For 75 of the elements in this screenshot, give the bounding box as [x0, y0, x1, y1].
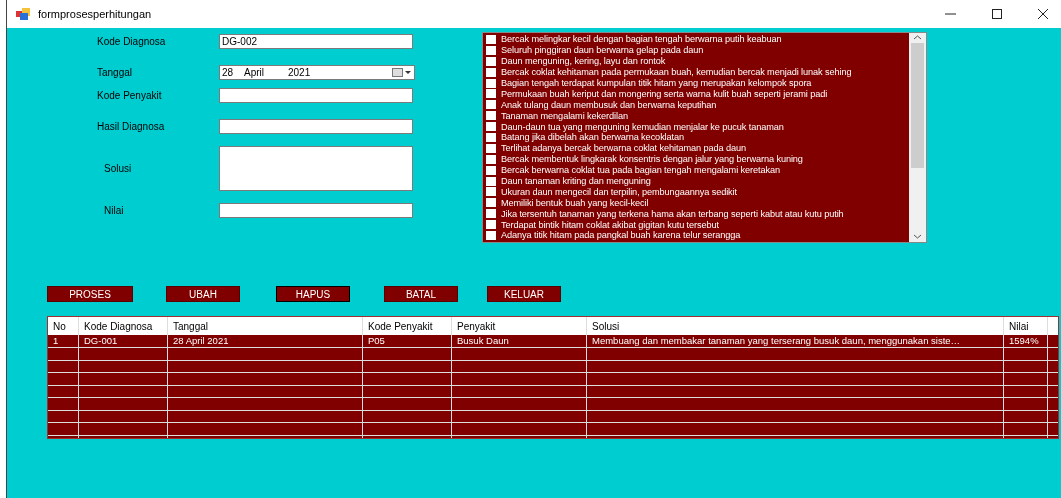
checkbox[interactable] [486, 187, 496, 197]
checkbox[interactable] [486, 143, 496, 153]
checkbox[interactable] [486, 100, 496, 110]
table-cell: 1 [48, 335, 79, 347]
table-cell: P05 [363, 335, 452, 347]
field-label: Nilai [103, 205, 125, 216]
checkbox[interactable] [486, 154, 496, 164]
field-label: Hasil Diagnosa [96, 121, 166, 132]
column-header[interactable]: Tanggal [168, 317, 363, 335]
action-button[interactable]: UBAH [166, 286, 240, 302]
field-label: Kode Diagnosa [96, 36, 167, 47]
checkbox[interactable] [486, 45, 496, 55]
checkbox[interactable] [486, 132, 496, 142]
column-header[interactable]: Kode Diagnosa [79, 317, 168, 335]
symptom-label: Memiliki bentuk buah yang kecil-kecil [501, 197, 649, 208]
checkbox[interactable] [486, 89, 496, 99]
symptom-label: Tanaman mengalami kekerdilan [501, 110, 628, 121]
close-button[interactable] [1037, 8, 1049, 20]
symptom-label: Anak tulang daun membusuk dan berwarna keputihan [501, 99, 717, 110]
field-label: Tanggal [96, 67, 134, 78]
column-header[interactable]: Solusi [587, 317, 1004, 335]
symptom-label: Bagian tengah terdapat kumpulan titik hitam yang merupakan kelompok spora [501, 78, 812, 88]
field-label: Kode Penyakit [96, 90, 163, 101]
checkbox[interactable] [486, 78, 496, 88]
column-header[interactable]: No [48, 317, 79, 335]
symptom-label: Terlihat adanya bercak berwarna coklat kehitaman pada daun [501, 143, 746, 154]
text-area[interactable] [219, 146, 413, 191]
action-button[interactable]: PROSES [47, 286, 133, 302]
checkbox[interactable] [486, 230, 496, 240]
table-cell: 28 April 2021 [168, 335, 363, 347]
symptom-label: Jika tersentuh tanaman yang terkena hama akan terbang seperti kabut atau kutu putih [501, 208, 844, 219]
action-button[interactable]: HAPUS [276, 286, 350, 302]
symptom-label: Bercak membentuk lingkarak konsentris dengan jalur yang berwarna kuning [501, 154, 803, 165]
field-label: Solusi [103, 163, 133, 174]
checkbox[interactable] [486, 198, 496, 208]
table-cell: Busuk Daun [452, 335, 587, 347]
table-cell: 1594% [1004, 335, 1048, 347]
symptom-label: Daun menguning, kering, layu dan rontok [501, 56, 666, 67]
symptom-label: Bercak coklat kehitaman pada permukaan buah, kemudian bercak menjadi lunak sehing [501, 67, 852, 78]
symptom-label: Daun-daun tua yang menguning kemudian menjalar ke pucuk tanaman [501, 121, 784, 132]
symptom-label: Adanya titik hitam pada pangkal buah karena telur serangga [501, 230, 741, 241]
scrollbar[interactable] [909, 33, 926, 242]
symptom-label: Daun tanaman kriting dan menguning [501, 176, 651, 186]
checkbox[interactable] [486, 209, 496, 219]
calendar-icon [392, 68, 412, 77]
symptom-label: Bercak melingkar kecil dengan bagian tengah berwarna putih keabuan [501, 34, 782, 45]
window-title: formprosesperhitungan [38, 8, 152, 20]
checkbox[interactable] [486, 56, 496, 66]
checkbox[interactable] [486, 67, 496, 77]
symptom-label: Terdapat bintik hitam coklat akibat gigitan kutu tersebut [501, 219, 719, 230]
table-cell: DG-001 [79, 335, 168, 347]
checkbox[interactable] [486, 34, 496, 44]
symptom-label: Seluruh pinggiran daun berwarna gelap pada daun [501, 45, 704, 56]
symptom-label: Batang jika dibelah akan berwarna kecoklatan [501, 132, 685, 143]
action-button[interactable]: BATAL [384, 286, 458, 302]
column-header[interactable]: Kode Penyakit [363, 317, 452, 335]
text-field[interactable] [219, 203, 413, 218]
text-field[interactable]: DG-002 [219, 34, 413, 49]
column-header[interactable]: Nilai [1004, 317, 1048, 335]
checkbox[interactable] [486, 220, 496, 230]
action-button[interactable]: KELUAR [487, 286, 561, 302]
text-field[interactable] [219, 119, 413, 134]
symptom-label: Ukuran daun mengecil dan terpilin, pembungaannya sedikit [501, 186, 737, 197]
checkbox[interactable] [486, 111, 496, 121]
checkbox[interactable] [486, 122, 496, 132]
symptom-label: Permukaan buah keriput dan mongering serta warna kulit buah seperti jerami padi [501, 88, 828, 99]
symptom-label: Bercak berwarna coklat tua pada bagian tengah mengalami keretakan [501, 165, 780, 176]
date-picker[interactable]: 28 April 2021 [219, 65, 415, 80]
table-cell: Membuang dan membakar tanaman yang terserang busuk daun, menggunakan siste… [587, 335, 1004, 347]
text-field[interactable] [219, 88, 413, 103]
column-header[interactable]: Penyakit [452, 317, 587, 335]
checkbox[interactable] [486, 176, 496, 186]
maximize-button[interactable] [991, 8, 1003, 20]
checkbox[interactable] [486, 165, 496, 175]
app-icon [16, 8, 30, 20]
